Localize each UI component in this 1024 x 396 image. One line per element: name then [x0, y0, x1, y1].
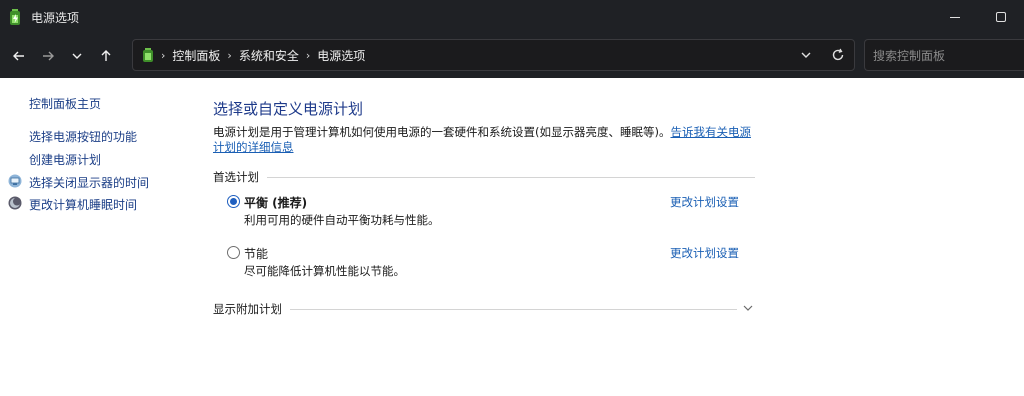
sidebar-link-sleep-time[interactable]: 更改计算机睡眠时间 — [29, 196, 137, 213]
plan-balanced-change-settings-link[interactable]: 更改计划设置 — [670, 194, 739, 210]
plan-balanced: 平衡 (推荐) 利用可用的硬件自动平衡功耗与性能。 更改计划设置 — [227, 194, 757, 228]
content-area: 控制面板主页 选择电源按钮的功能 创建电源计划 选择关闭显示器的时间 更改计算机… — [0, 78, 1024, 396]
divider — [267, 176, 755, 178]
back-button[interactable] — [4, 41, 33, 71]
window-controls — [932, 0, 1024, 34]
breadcrumb-separator-icon: › — [161, 48, 166, 62]
plan-balanced-name[interactable]: 平衡 (推荐) — [244, 194, 307, 211]
sidebar-link-power-button[interactable]: 选择电源按钮的功能 — [29, 128, 137, 145]
search-input[interactable]: 搜索控制面板 — [864, 39, 1024, 71]
navigation-bar: › 控制面板 › 系统和安全 › 电源选项 搜索控制面板 — [0, 34, 1024, 78]
refresh-button[interactable] — [822, 40, 854, 70]
page-title: 选择或自定义电源计划 — [213, 100, 364, 118]
sidebar-link-control-panel-home[interactable]: 控制面板主页 — [29, 95, 101, 112]
battery-power-icon — [143, 48, 153, 62]
minimize-icon — [950, 16, 960, 18]
plan-power-saver-name[interactable]: 节能 — [244, 245, 268, 262]
plan-power-saver: 节能 尽可能降低计算机性能以节能。 更改计划设置 — [227, 245, 757, 279]
page-description: 电源计划是用于管理计算机如何使用电源的一套硬件和系统设置(如显示器亮度、睡眠等)… — [213, 125, 758, 155]
plan-balanced-description: 利用可用的硬件自动平衡功耗与性能。 — [244, 213, 440, 227]
chevron-down-icon — [72, 53, 81, 59]
address-dropdown-button[interactable] — [790, 40, 822, 70]
maximize-icon — [996, 12, 1006, 22]
plan-power-saver-description: 尽可能降低计算机性能以节能。 — [244, 264, 405, 278]
radio-selected-dot — [230, 198, 237, 205]
additional-plans-label[interactable]: 显示附加计划 — [213, 301, 282, 317]
address-bar[interactable]: › 控制面板 › 系统和安全 › 电源选项 — [132, 39, 855, 71]
divider — [290, 308, 737, 310]
preferred-plans-label: 首选计划 — [213, 170, 259, 184]
breadcrumb-separator-icon: › — [305, 48, 311, 62]
plan-balanced-radio[interactable] — [227, 195, 240, 208]
expand-chevron-icon[interactable] — [741, 304, 755, 315]
arrow-up-icon — [101, 50, 110, 61]
main-panel: 选择或自定义电源计划 电源计划是用于管理计算机如何使用电源的一套硬件和系统设置(… — [213, 78, 773, 396]
power-options-window: 电源选项 › 控制面板 › 系统和安全 › 电源选项 搜索控制面板 控制面板主页… — [0, 0, 1024, 396]
recent-locations-button[interactable] — [62, 41, 91, 71]
sidebar-link-display-off-time[interactable]: 选择关闭显示器的时间 — [29, 174, 149, 191]
plan-power-saver-change-settings-link[interactable]: 更改计划设置 — [670, 245, 739, 261]
breadcrumb-system-security[interactable]: 系统和安全 — [239, 47, 299, 64]
sidebar: 控制面板主页 选择电源按钮的功能 创建电源计划 选择关闭显示器的时间 更改计算机… — [0, 78, 200, 396]
up-button[interactable] — [91, 41, 120, 71]
breadcrumb-control-panel[interactable]: 控制面板 — [172, 47, 220, 64]
address-controls — [790, 40, 854, 70]
plan-power-saver-radio[interactable] — [227, 246, 240, 259]
minimize-button[interactable] — [932, 0, 978, 34]
preferred-plans-header: 首选计划 — [213, 169, 755, 185]
maximize-button[interactable] — [978, 0, 1024, 34]
breadcrumb-separator-icon: › — [227, 48, 232, 62]
display-shield-icon — [8, 174, 22, 188]
additional-plans-header[interactable]: 显示附加计划 — [213, 301, 755, 317]
description-text: 电源计划是用于管理计算机如何使用电源的一套硬件和系统设置(如显示器亮度、睡眠等)… — [213, 125, 671, 139]
battery-power-icon — [10, 9, 20, 25]
chevron-down-icon — [801, 52, 811, 58]
refresh-icon — [832, 48, 844, 61]
arrow-left-icon — [12, 51, 24, 61]
title-bar: 电源选项 — [0, 0, 1024, 34]
arrow-right-icon — [42, 51, 54, 61]
forward-button[interactable] — [33, 41, 62, 71]
sleep-moon-icon — [8, 196, 22, 210]
window-title: 电源选项 — [31, 10, 80, 25]
breadcrumb-power-options[interactable]: 电源选项 — [317, 47, 365, 64]
sidebar-link-create-plan[interactable]: 创建电源计划 — [29, 151, 101, 168]
